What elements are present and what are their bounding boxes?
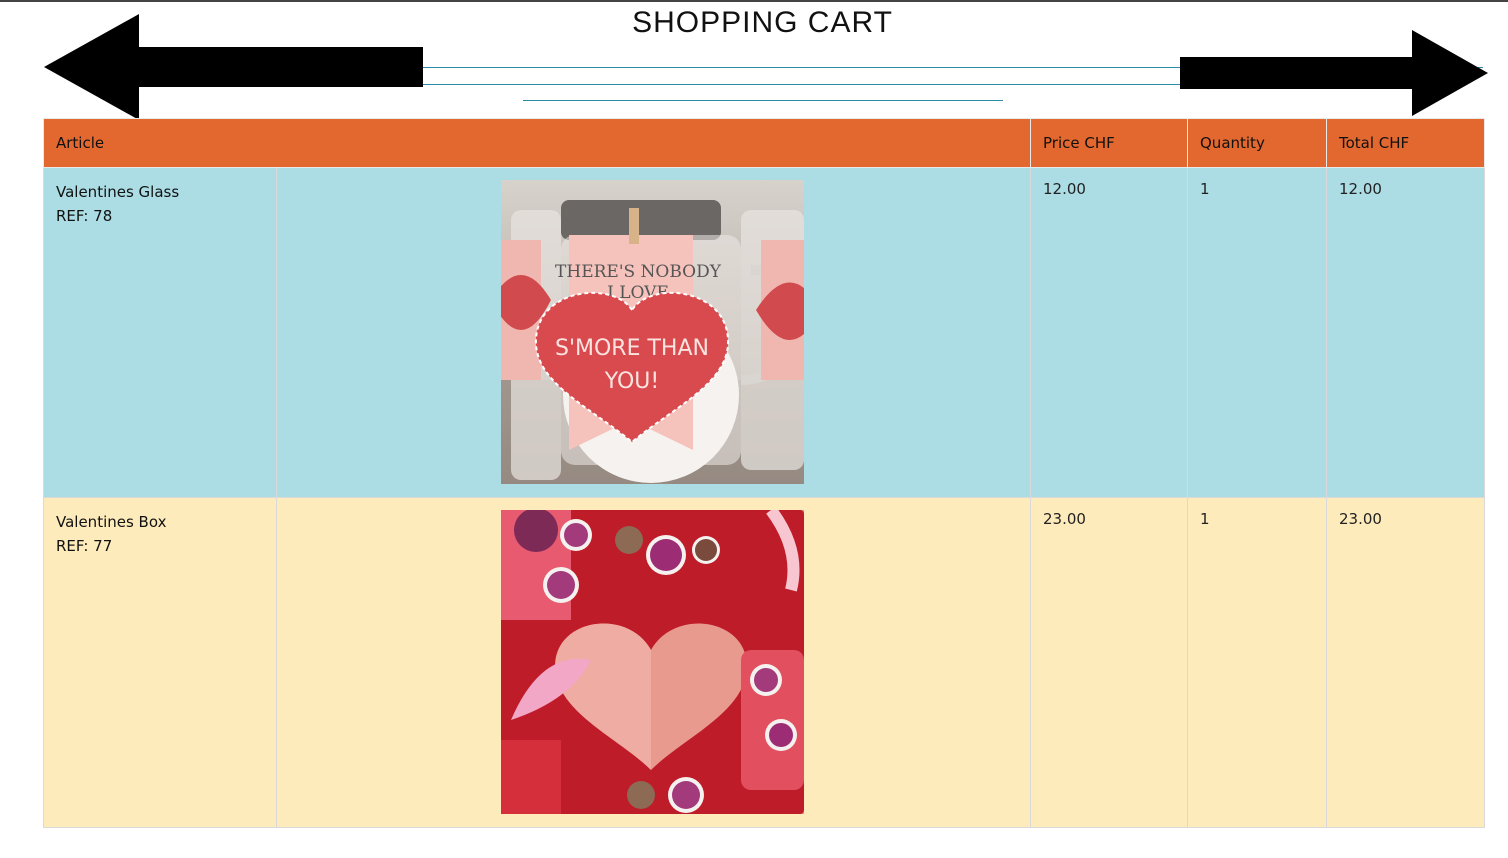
cart-table: Article Price CHF Quantity Total CHF Val…: [43, 118, 1485, 828]
image-tag-line1: THERE'S NOBODY: [555, 262, 722, 282]
image-heart-line1: S'MORE THAN: [555, 336, 709, 361]
top-border: [0, 0, 1508, 2]
total-cell: 23.00: [1326, 497, 1485, 828]
product-image-valentines-box[interactable]: [501, 510, 804, 814]
table-header-row: Article Price CHF Quantity Total CHF: [43, 118, 1485, 168]
title-rule: [523, 100, 1003, 101]
arrow-left-icon[interactable]: [44, 14, 424, 125]
header-quantity: Quantity: [1187, 118, 1327, 168]
image-heart-line2: YOU!: [604, 369, 659, 394]
header-article: Article: [43, 118, 1031, 168]
price-cell: 23.00: [1030, 497, 1188, 828]
table-row: Valentines Box REF: 77 23.00 1 23.00: [43, 497, 1485, 828]
header-total: Total CHF: [1326, 118, 1485, 168]
article-name: Valentines Box: [56, 513, 167, 531]
article-ref: REF: 77: [56, 537, 113, 555]
article-cell: Valentines Box REF: 77: [43, 497, 277, 828]
article-ref: REF: 78: [56, 207, 113, 225]
image-cell: THERE'S NOBODY I LOVE S'MORE THAN YOU!: [276, 167, 1031, 498]
price-cell: 12.00: [1030, 167, 1188, 498]
quantity-cell: 1: [1187, 167, 1327, 498]
article-cell: Valentines Glass REF: 78: [43, 167, 277, 498]
header-price: Price CHF: [1030, 118, 1188, 168]
article-name: Valentines Glass: [56, 183, 180, 201]
title-rule: [423, 84, 1183, 85]
total-cell: 12.00: [1326, 167, 1485, 498]
image-cell: [276, 497, 1031, 828]
arrow-right-icon[interactable]: [1180, 30, 1490, 121]
product-image-valentines-glass[interactable]: THERE'S NOBODY I LOVE S'MORE THAN YOU!: [501, 180, 804, 484]
table-row: Valentines Glass REF: 78 THERE'S NOBODY …: [43, 167, 1485, 498]
quantity-cell: 1: [1187, 497, 1327, 828]
